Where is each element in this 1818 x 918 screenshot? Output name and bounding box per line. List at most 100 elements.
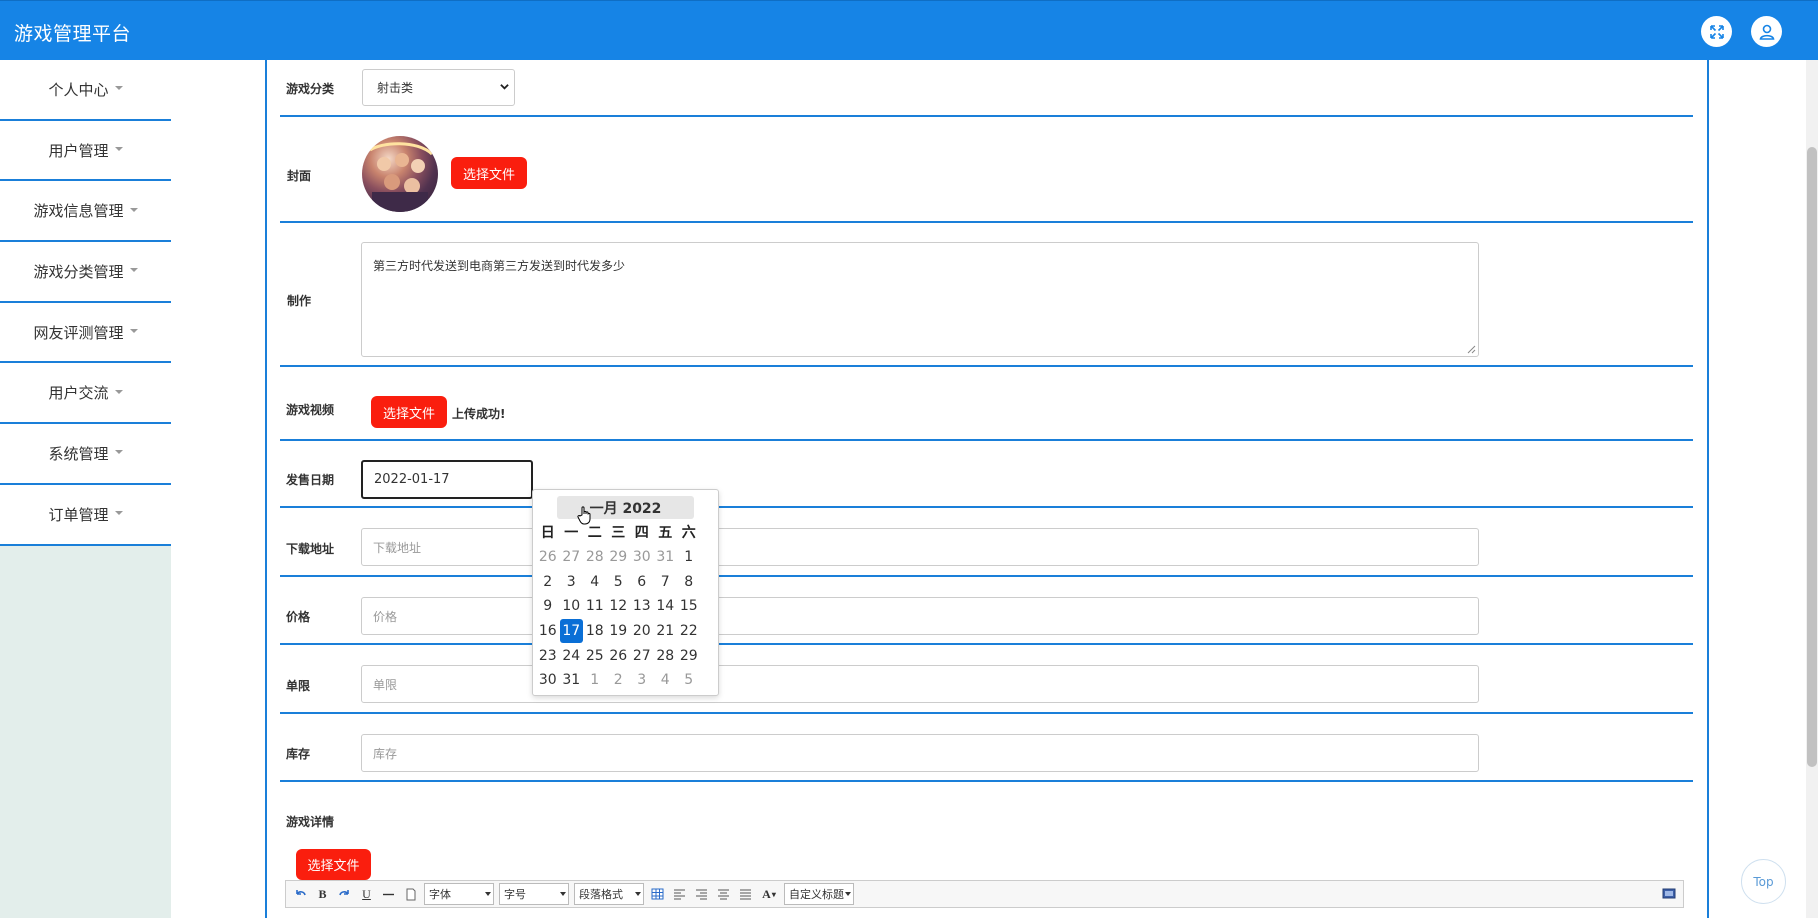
- calendar-grid: 日一二三四五六 26 27 28 29 30 31 1 2 3 4 5 6 7 8 9 10 11 12 13 14 15…: [536, 520, 701, 693]
- align-right-icon[interactable]: [693, 886, 710, 903]
- calendar-day[interactable]: 15: [677, 594, 701, 619]
- page-scrollbar-thumb[interactable]: [1807, 147, 1817, 767]
- font-size-select[interactable]: 字号: [499, 883, 569, 905]
- calendar-day[interactable]: 23: [536, 643, 560, 668]
- download-input[interactable]: 下载地址: [361, 528, 1479, 566]
- calendar-day[interactable]: 26: [536, 545, 560, 570]
- calendar-day[interactable]: 6: [630, 569, 654, 594]
- calendar-day[interactable]: 3: [630, 668, 654, 693]
- sidebar-item-orders[interactable]: 订单管理: [0, 484, 171, 546]
- calendar-day[interactable]: 7: [654, 569, 678, 594]
- calendar-day[interactable]: 12: [607, 594, 631, 619]
- calendar-day[interactable]: 26: [607, 643, 631, 668]
- calendar-day[interactable]: 9: [536, 594, 560, 619]
- calendar-day[interactable]: 13: [630, 594, 654, 619]
- calendar-day[interactable]: 27: [560, 545, 584, 570]
- calendar-day[interactable]: 1: [677, 545, 701, 570]
- cover-label: 封面: [287, 169, 312, 183]
- calendar-day[interactable]: 29: [607, 545, 631, 570]
- calendar-day[interactable]: 22: [677, 619, 701, 644]
- video-upload-button[interactable]: 选择文件: [371, 396, 447, 428]
- stock-label: 库存: [286, 747, 311, 761]
- chevron-down-icon: [129, 207, 138, 212]
- hand-pointer-icon: [577, 506, 591, 525]
- font-family-select[interactable]: 字体: [424, 883, 494, 905]
- sidebar: 个人中心 用户管理 游戏信息管理 游戏分类管理 网友评测管理 用户交流 系统管理…: [0, 60, 171, 918]
- back-to-top-button[interactable]: Top: [1741, 859, 1786, 904]
- maker-textarea[interactable]: 第三方时代发送到电商第三方发送到时代发多少: [361, 242, 1479, 357]
- calendar-day[interactable]: 31: [560, 668, 584, 693]
- align-justify-icon[interactable]: [737, 886, 754, 903]
- source-code-icon[interactable]: [1660, 886, 1677, 903]
- calendar-weekday-header: 日: [540, 525, 555, 542]
- align-center-icon[interactable]: [715, 886, 732, 903]
- cover-image: [362, 136, 438, 212]
- paragraph-format-select[interactable]: 段落格式: [574, 883, 644, 905]
- calendar-day[interactable]: 31: [654, 545, 678, 570]
- price-input[interactable]: 价格: [361, 597, 1479, 635]
- calendar-day[interactable]: 5: [607, 569, 631, 594]
- calendar-day[interactable]: 5: [677, 668, 701, 693]
- sidebar-item-game-category[interactable]: 游戏分类管理: [0, 242, 171, 303]
- row-divider: [280, 643, 1693, 645]
- calendar-day[interactable]: 24: [560, 643, 584, 668]
- row-divider: [280, 575, 1693, 577]
- sidebar-item-user-exchange[interactable]: 用户交流: [0, 363, 171, 425]
- calendar-day[interactable]: 8: [677, 569, 701, 594]
- calendar-day[interactable]: 21: [654, 619, 678, 644]
- resize-grip-icon: [1467, 345, 1476, 354]
- align-left-icon[interactable]: [671, 886, 688, 903]
- horizontal-rule-icon[interactable]: [380, 886, 397, 903]
- calendar-day[interactable]: 20: [630, 619, 654, 644]
- calendar-day[interactable]: 30: [630, 545, 654, 570]
- sidebar-item-personal-center[interactable]: 个人中心: [0, 60, 171, 121]
- undo-icon[interactable]: [292, 886, 309, 903]
- calendar-day[interactable]: 3: [560, 569, 584, 594]
- calendar-day[interactable]: 28: [654, 643, 678, 668]
- calendar-day[interactable]: 19: [607, 619, 631, 644]
- release-date-input[interactable]: 2022-01-17: [361, 460, 533, 499]
- custom-title-select[interactable]: 自定义标题: [784, 883, 854, 905]
- calendar-day[interactable]: 27: [630, 643, 654, 668]
- calendar-day[interactable]: 28: [583, 545, 607, 570]
- redo-icon[interactable]: [336, 886, 353, 903]
- download-label: 下载地址: [286, 542, 335, 556]
- calendar-day[interactable]: 2: [536, 569, 560, 594]
- calendar-day[interactable]: 10: [560, 594, 584, 619]
- document-icon[interactable]: [402, 886, 419, 903]
- calendar-weekday-header: 五: [658, 525, 673, 542]
- calendar-day[interactable]: 14: [654, 594, 678, 619]
- calendar-day[interactable]: 18: [583, 619, 607, 644]
- table-icon[interactable]: [649, 886, 666, 903]
- sidebar-item-user-management[interactable]: 用户管理: [0, 120, 171, 182]
- category-select[interactable]: 射击类: [362, 69, 515, 106]
- limit-input[interactable]: 单限: [361, 665, 1479, 703]
- underline-icon[interactable]: U: [358, 886, 375, 903]
- video-label: 游戏视频: [286, 403, 335, 417]
- calendar-day[interactable]: 30: [536, 668, 560, 693]
- sidebar-item-game-info[interactable]: 游戏信息管理: [0, 181, 171, 243]
- calendar-day[interactable]: 1: [583, 668, 607, 693]
- calendar-day[interactable]: 11: [583, 594, 607, 619]
- bold-icon[interactable]: B: [314, 886, 331, 903]
- chevron-down-icon: [114, 86, 123, 91]
- stock-input[interactable]: 库存: [361, 734, 1479, 772]
- details-upload-button[interactable]: 选择文件: [296, 849, 371, 880]
- calendar-day[interactable]: 25: [583, 643, 607, 668]
- calendar-day[interactable]: 4: [654, 668, 678, 693]
- user-avatar-button[interactable]: [1751, 16, 1782, 47]
- calendar-day[interactable]: 29: [677, 643, 701, 668]
- calendar-day[interactable]: 2: [607, 668, 631, 693]
- fullscreen-button[interactable]: [1701, 16, 1732, 47]
- date-picker: 一月 2022 日一二三四五六 26 27 28 29 30 31 1 2 3 4 5 6 7 8 9 10 11…: [532, 489, 719, 696]
- sidebar-item-system[interactable]: 系统管理: [0, 424, 171, 485]
- row-divider: [280, 506, 1693, 508]
- calendar-day[interactable]: 4: [583, 569, 607, 594]
- font-color-icon[interactable]: A ▾: [759, 886, 779, 903]
- calendar-day[interactable]: 17: [559, 618, 583, 644]
- cover-upload-button[interactable]: 选择文件: [451, 157, 527, 189]
- fullscreen-icon: [1709, 24, 1724, 39]
- sidebar-item-reviews[interactable]: 网友评测管理: [0, 302, 171, 364]
- user-icon: [1759, 24, 1774, 40]
- calendar-day[interactable]: 16: [536, 619, 560, 644]
